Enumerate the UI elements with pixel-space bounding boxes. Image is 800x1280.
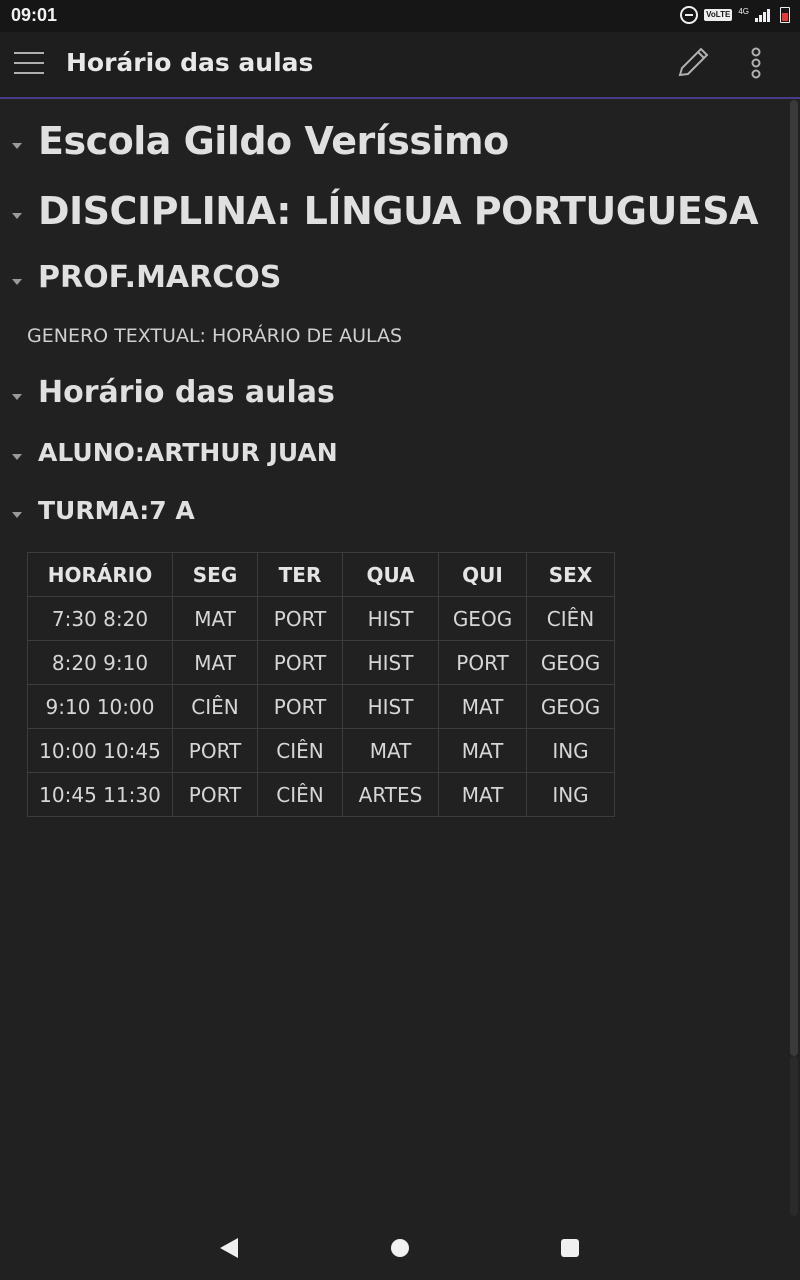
heading-school: Escola Gildo Veríssimo — [38, 119, 509, 163]
table-header: QUI — [438, 552, 527, 597]
recents-icon[interactable] — [561, 1239, 579, 1257]
do-not-disturb-icon — [680, 6, 699, 24]
table-cell: GEOG — [526, 640, 615, 685]
table-cell: MAT — [342, 728, 439, 773]
back-icon[interactable] — [220, 1238, 238, 1258]
scrollbar-thumb[interactable] — [790, 100, 798, 1056]
hamburger-icon-line — [14, 72, 44, 74]
table-header: QUA — [342, 552, 439, 597]
table-cell: ING — [526, 772, 615, 817]
table-header: SEG — [172, 552, 258, 597]
table-cell: ARTES — [342, 772, 439, 817]
table-cell: 10:00 10:45 — [27, 728, 173, 773]
fold-triangle-down-icon[interactable] — [12, 279, 22, 285]
table-cell: GEOG — [526, 684, 615, 729]
battery-icon — [780, 7, 790, 23]
signal-icon — [755, 8, 770, 22]
status-time: 09:01 — [11, 5, 58, 25]
genre-text: GENERO TEXTUAL: HORÁRIO DE AULAS — [27, 325, 403, 347]
table-header: HORÁRIO — [27, 552, 173, 597]
table-cell: CIÊN — [172, 684, 258, 729]
fold-triangle-down-icon[interactable] — [12, 143, 22, 149]
status-bar: 09:01 VoLTE 4G — [0, 0, 800, 32]
table-cell: CIÊN — [526, 596, 615, 641]
table-cell: MAT — [438, 728, 527, 773]
heading-class: TURMA:7 A — [38, 496, 195, 525]
table-cell: ING — [526, 728, 615, 773]
menu-button[interactable] — [14, 52, 44, 76]
home-icon[interactable] — [391, 1239, 409, 1257]
table-cell: PORT — [257, 596, 343, 641]
heading-section-title: Horário das aulas — [38, 375, 335, 410]
table-cell: 7:30 8:20 — [27, 596, 173, 641]
table-cell: HIST — [342, 596, 439, 641]
table-row: 7:30 8:20 MAT PORT HIST GEOG CIÊN — [27, 596, 615, 641]
table-cell: CIÊN — [257, 772, 343, 817]
table-cell: HIST — [342, 640, 439, 685]
table-row: 10:45 11:30 PORT CIÊN ARTES MAT ING — [27, 772, 615, 817]
table-cell: PORT — [172, 728, 258, 773]
edit-button[interactable] — [672, 46, 712, 82]
table-header: SEX — [526, 552, 615, 597]
heading-student: ALUNO:ARTHUR JUAN — [38, 438, 338, 467]
table-cell: MAT — [438, 684, 527, 729]
pencil-icon — [678, 47, 709, 77]
table-cell: GEOG — [438, 596, 527, 641]
table-cell: PORT — [438, 640, 527, 685]
fold-triangle-down-icon[interactable] — [12, 454, 22, 460]
table-cell: MAT — [172, 596, 258, 641]
table-cell: 10:45 11:30 — [27, 772, 173, 817]
hamburger-icon — [14, 52, 44, 54]
status-icons: VoLTE 4G — [680, 6, 790, 24]
heading-subject: DISCIPLINA: LÍNGUA PORTUGUESA — [38, 189, 759, 233]
table-header-row: HORÁRIO SEG TER QUA QUI SEX — [27, 552, 615, 597]
fold-triangle-down-icon[interactable] — [12, 394, 22, 400]
schedule-table: HORÁRIO SEG TER QUA QUI SEX 7:30 8:20 MA… — [27, 552, 615, 817]
app-bar: Horário das aulas — [0, 32, 800, 99]
navigation-bar — [0, 1216, 800, 1280]
table-cell: PORT — [172, 772, 258, 817]
vertical-dots-icon — [751, 47, 761, 79]
table-header: TER — [257, 552, 343, 597]
fold-triangle-down-icon[interactable] — [12, 213, 22, 219]
table-cell: CIÊN — [257, 728, 343, 773]
table-cell: MAT — [172, 640, 258, 685]
table-row: 8:20 9:10 MAT PORT HIST PORT GEOG — [27, 640, 615, 685]
table-row: 9:10 10:00 CIÊN PORT HIST MAT GEOG — [27, 684, 615, 729]
table-cell: HIST — [342, 684, 439, 729]
hamburger-icon-line — [14, 62, 44, 64]
heading-teacher: PROF.MARCOS — [38, 260, 282, 295]
app-title: Horário das aulas — [66, 48, 314, 77]
network-type-label: 4G — [738, 6, 749, 16]
more-options-button[interactable] — [740, 46, 772, 82]
volte-badge: VoLTE — [704, 9, 733, 21]
table-cell: MAT — [438, 772, 527, 817]
table-cell: 9:10 10:00 — [27, 684, 173, 729]
table-cell: PORT — [257, 640, 343, 685]
table-row: 10:00 10:45 PORT CIÊN MAT MAT ING — [27, 728, 615, 773]
table-cell: PORT — [257, 684, 343, 729]
scrollbar-track[interactable] — [790, 1056, 798, 1216]
table-cell: 8:20 9:10 — [27, 640, 173, 685]
fold-triangle-down-icon[interactable] — [12, 512, 22, 518]
